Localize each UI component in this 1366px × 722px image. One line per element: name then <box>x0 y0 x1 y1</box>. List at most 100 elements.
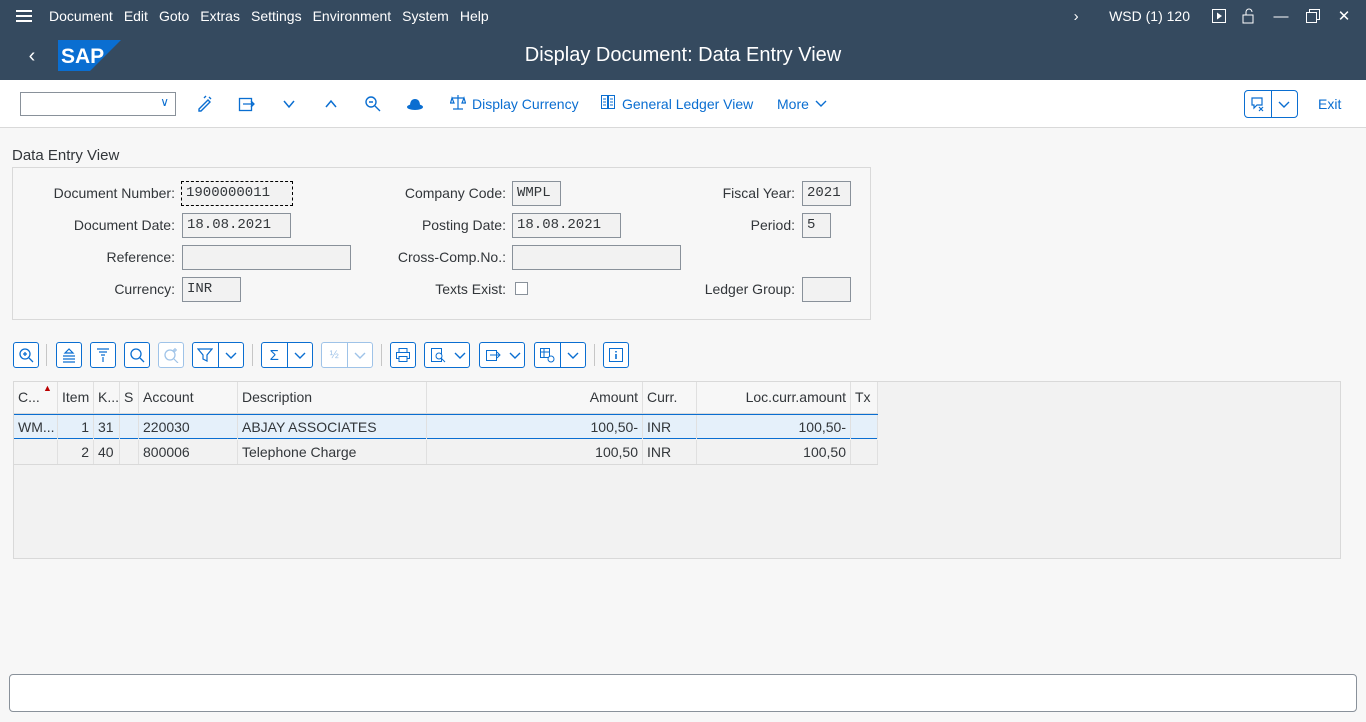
currency-label: Currency: <box>114 281 175 297</box>
table-row[interactable]: WM... 1 31 220030 ABJAY ASSOCIATES 100,5… <box>14 414 878 439</box>
chevron-down-icon[interactable] <box>288 349 313 361</box>
gui-actions-split-button[interactable] <box>1244 90 1298 118</box>
chevron-right-icon[interactable]: › <box>1061 0 1091 32</box>
table-row[interactable]: 2 40 800006 Telephone Charge 100,50 INR … <box>14 440 878 465</box>
details-icon[interactable] <box>13 342 39 368</box>
sum-icon[interactable]: Σ <box>262 347 287 364</box>
general-ledger-view-button[interactable]: General Ledger View <box>600 92 753 116</box>
cell-currency: INR <box>643 440 697 464</box>
cell-company-code <box>14 440 58 464</box>
column-header-amount[interactable]: Amount <box>427 382 643 413</box>
close-icon[interactable]: ✕ <box>1328 0 1360 32</box>
display-change-icon[interactable] <box>196 92 214 116</box>
column-header-currency[interactable]: Curr. <box>643 382 697 413</box>
minimize-icon[interactable]: — <box>1264 0 1298 32</box>
reference-field[interactable] <box>182 245 351 270</box>
document-date-field[interactable]: 18.08.2021 <box>182 213 291 238</box>
currency-field[interactable]: INR <box>182 277 241 302</box>
next-icon[interactable] <box>282 92 296 116</box>
menu-document[interactable]: Document <box>49 8 124 24</box>
cell-description: ABJAY ASSOCIATES <box>238 415 427 439</box>
cell-tax <box>851 440 878 464</box>
cross-comp-field[interactable] <box>512 245 681 270</box>
unlock-icon[interactable] <box>1234 0 1264 32</box>
switch-view-icon[interactable] <box>238 92 256 116</box>
subtotal-icon[interactable]: ½ <box>322 349 347 361</box>
hat-icon[interactable] <box>406 92 424 116</box>
find-icon[interactable] <box>124 342 150 368</box>
menu-goto[interactable]: Goto <box>159 8 200 24</box>
exit-button[interactable]: Exit <box>1318 96 1341 112</box>
filter-split-button[interactable] <box>192 342 244 368</box>
reference-label: Reference: <box>106 249 175 265</box>
menu-help[interactable]: Help <box>460 8 500 24</box>
command-field[interactable]: ∨ <box>20 92 176 116</box>
texts-exist-checkbox[interactable] <box>515 282 528 295</box>
chevron-down-icon[interactable] <box>219 349 244 361</box>
chevron-down-icon[interactable] <box>1272 91 1298 117</box>
previous-icon[interactable] <box>324 92 338 116</box>
toolbar-separator <box>594 344 595 366</box>
cell-special-gl <box>120 440 139 464</box>
column-header-account[interactable]: Account <box>139 382 238 413</box>
menu-edit[interactable]: Edit <box>124 8 159 24</box>
print-icon[interactable] <box>390 342 416 368</box>
filter-icon[interactable] <box>193 347 218 363</box>
information-icon[interactable] <box>603 342 629 368</box>
subtotal-split-button[interactable]: ½ <box>321 342 373 368</box>
chevron-down-icon[interactable] <box>348 349 373 361</box>
export-split-button[interactable] <box>479 342 525 368</box>
hamburger-menu-icon[interactable] <box>0 0 48 32</box>
company-code-label: Company Code: <box>404 185 506 201</box>
texts-exist-label: Texts Exist: <box>435 281 506 297</box>
chevron-down-icon[interactable] <box>561 349 586 361</box>
posting-date-field[interactable]: 18.08.2021 <box>512 213 621 238</box>
document-number-field[interactable]: 1900000011 <box>181 181 293 206</box>
fiscal-year-field[interactable]: 2021 <box>802 181 851 206</box>
ledger-icon <box>600 94 616 114</box>
customize-layout-icon[interactable] <box>1245 91 1272 117</box>
menu-extras[interactable]: Extras <box>200 8 251 24</box>
chevron-down-icon[interactable] <box>451 349 469 361</box>
zoom-icon[interactable] <box>364 92 382 116</box>
document-date-label: Document Date: <box>73 217 175 233</box>
column-header-item[interactable]: Item <box>58 382 94 413</box>
menu-environment[interactable]: Environment <box>313 8 403 24</box>
period-field[interactable]: 5 <box>802 213 831 238</box>
find-next-icon[interactable] <box>158 342 184 368</box>
total-split-button[interactable]: Σ <box>261 342 313 368</box>
column-header-tax[interactable]: Tx <box>851 382 878 413</box>
posting-date-label: Posting Date: <box>421 217 506 233</box>
layout-split-button[interactable] <box>534 342 586 368</box>
menu-system[interactable]: System <box>402 8 460 24</box>
play-icon[interactable] <box>1204 0 1234 32</box>
chevron-down-icon[interactable] <box>506 349 524 361</box>
ledger-group-field[interactable] <box>802 277 851 302</box>
section-title: Data Entry View <box>12 147 120 164</box>
cell-local-amount: 100,50- <box>697 415 851 439</box>
column-header-description[interactable]: Description <box>238 382 427 413</box>
column-header-local-amount[interactable]: Loc.curr.amount <box>697 382 851 413</box>
more-button[interactable]: More <box>777 92 827 116</box>
status-bar[interactable] <box>9 674 1357 712</box>
column-header-posting-key[interactable]: K... <box>94 382 120 413</box>
sort-descending-icon[interactable] <box>90 342 116 368</box>
cell-special-gl <box>120 415 139 439</box>
column-header-special-gl[interactable]: S <box>120 382 139 413</box>
cell-amount: 100,50 <box>427 440 643 464</box>
fiscal-year-label: Fiscal Year: <box>722 185 795 201</box>
menu-settings[interactable]: Settings <box>251 8 313 24</box>
print-preview-icon[interactable] <box>425 347 451 363</box>
export-icon[interactable] <box>480 347 506 363</box>
toolbar-separator <box>252 344 253 366</box>
cell-description: Telephone Charge <box>238 440 427 464</box>
company-code-field[interactable]: WMPL <box>512 181 561 206</box>
system-info: WSD (1) 120 <box>1109 8 1190 24</box>
layout-settings-icon[interactable] <box>535 347 560 363</box>
display-currency-button[interactable]: Display Currency <box>449 92 579 116</box>
chevron-down-icon[interactable]: ∨ <box>160 95 169 109</box>
restore-icon[interactable] <box>1298 0 1328 32</box>
views-split-button[interactable] <box>424 342 470 368</box>
chevron-down-icon <box>815 96 827 112</box>
sort-ascending-icon[interactable] <box>56 342 82 368</box>
